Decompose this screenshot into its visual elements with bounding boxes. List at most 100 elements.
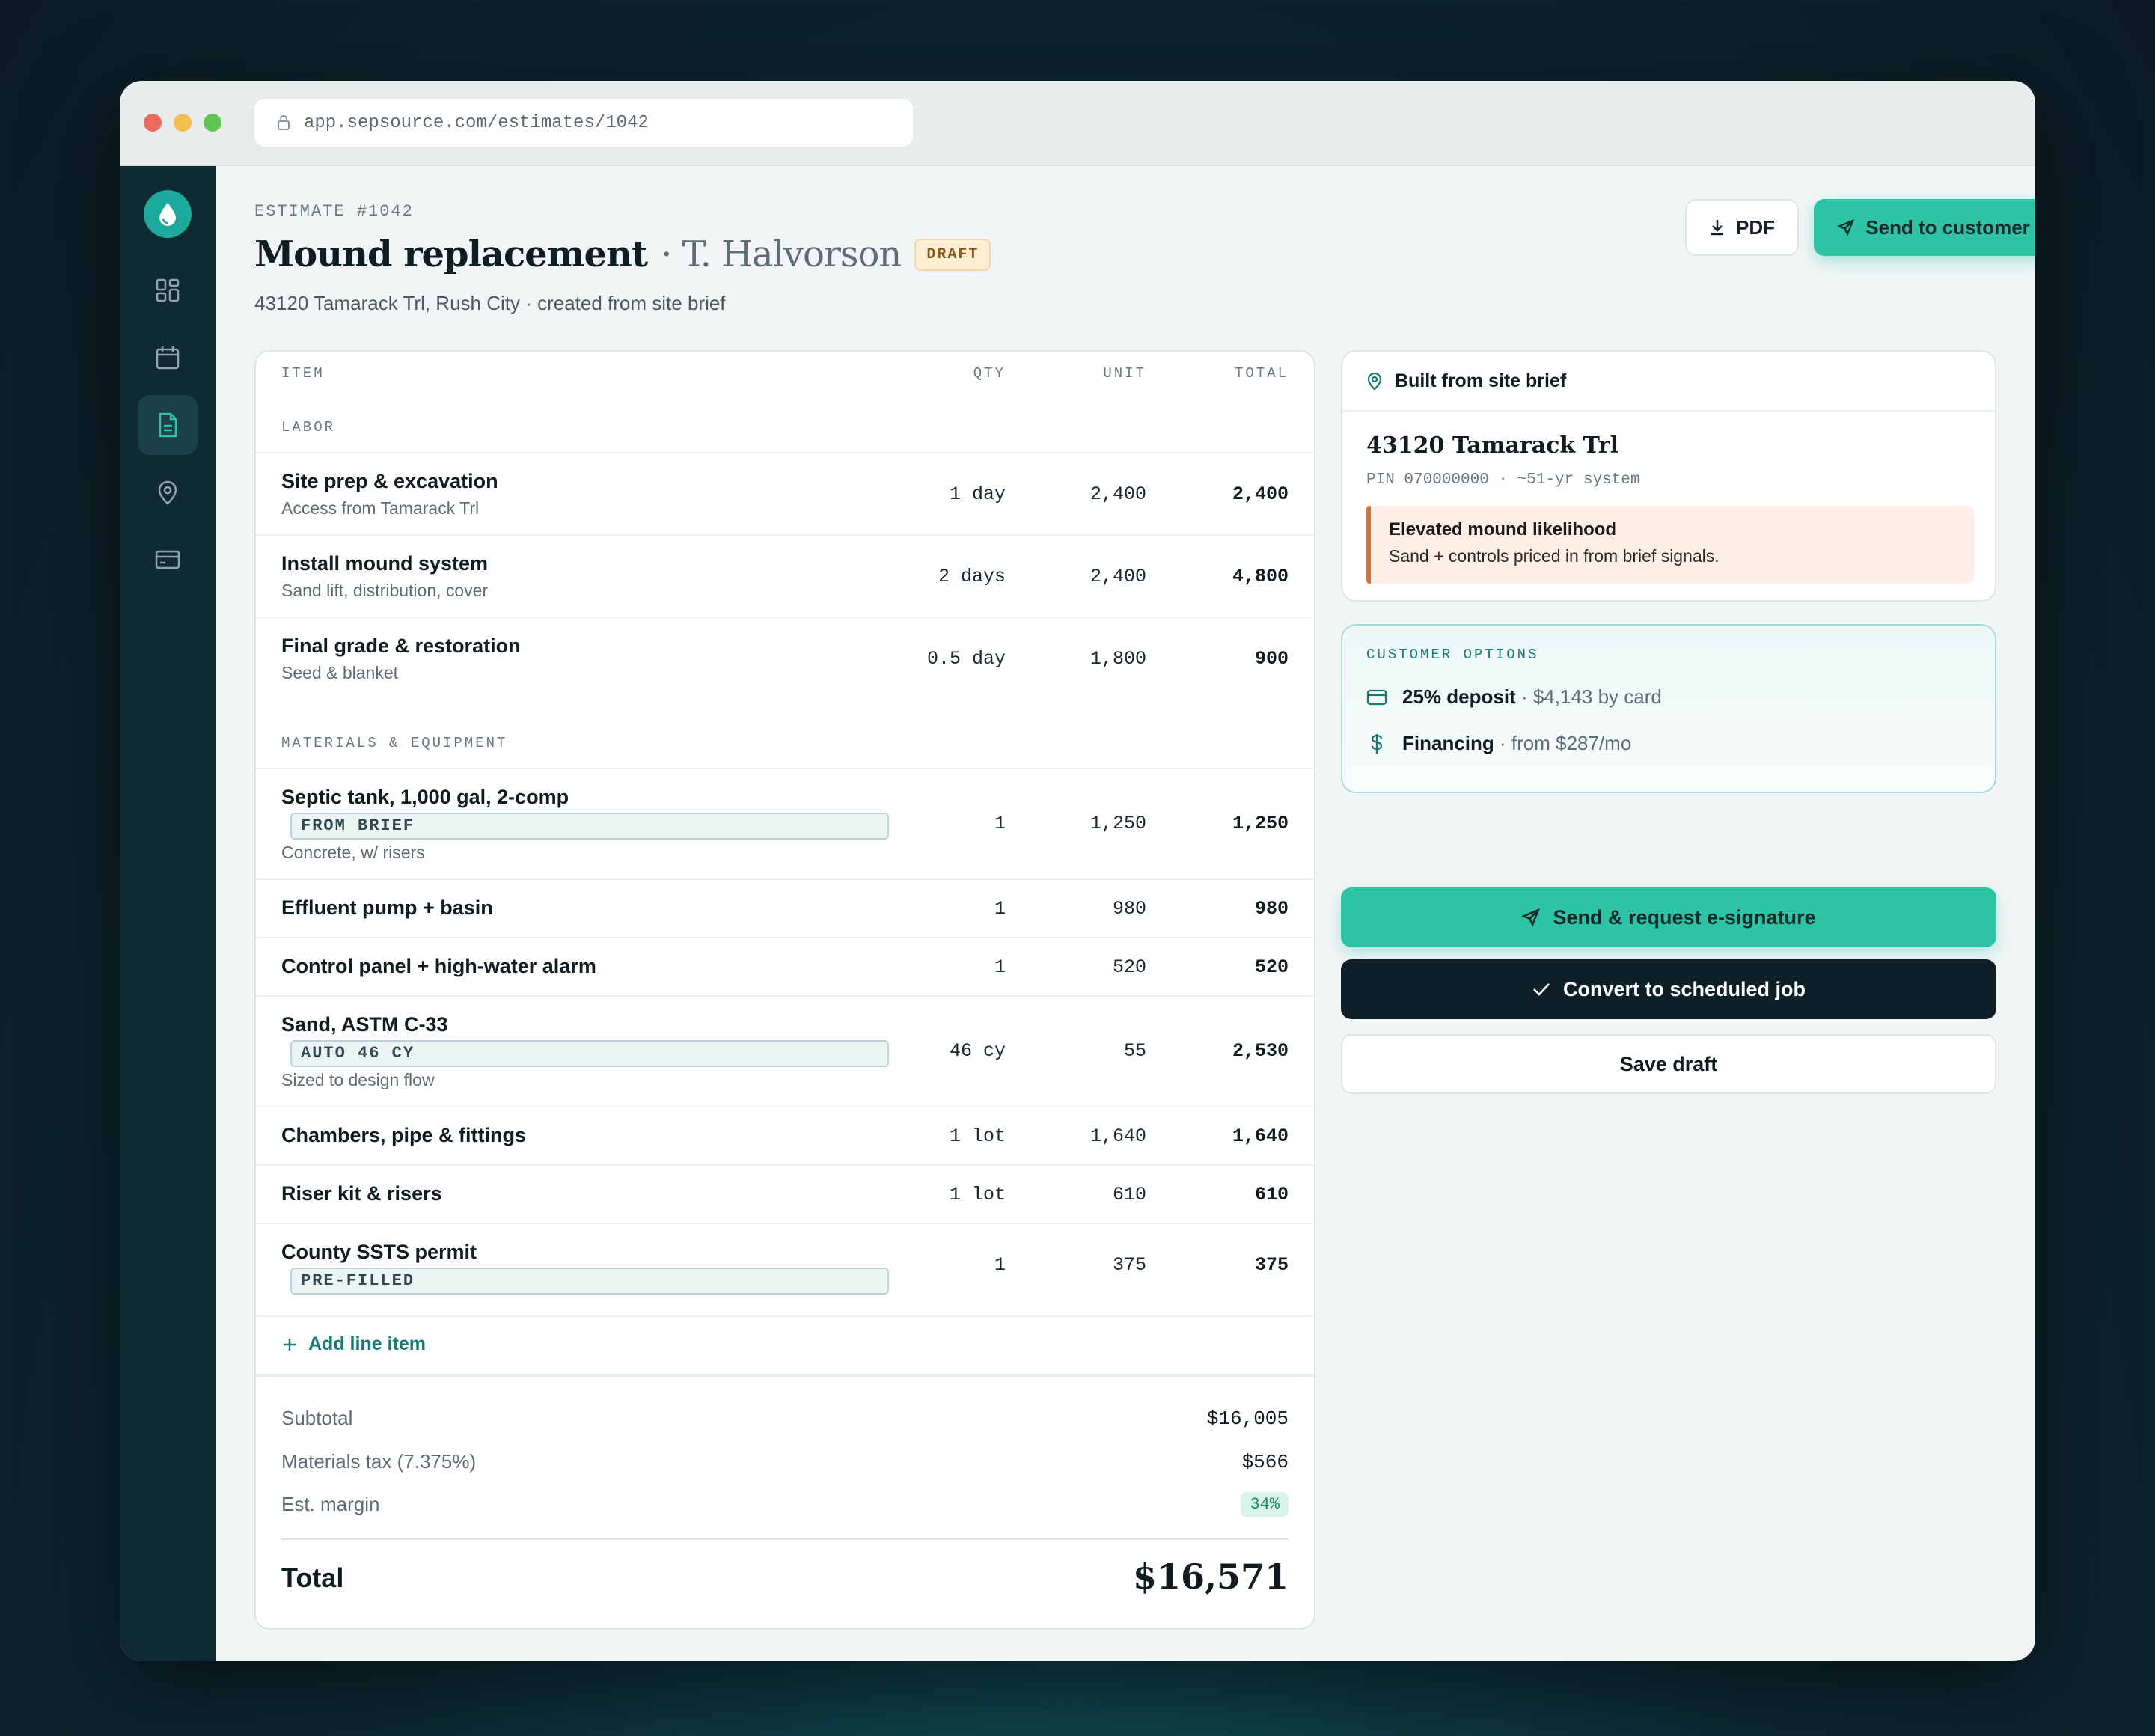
credit-card-icon — [1366, 688, 1387, 706]
app-logo-icon[interactable] — [144, 190, 192, 238]
item-total: 1,640 — [1232, 1125, 1289, 1147]
item-qty: 46 cy — [949, 1040, 1006, 1062]
subtotal-row: Subtotal $16,005 — [281, 1407, 1289, 1430]
map-pin-icon — [1366, 371, 1383, 391]
send-label: Send to customer — [1865, 216, 2030, 239]
table-row[interactable]: Site prep & excavation Access from Tamar… — [256, 452, 1314, 534]
url-text: app.sepsource.com/estimates/1042 — [304, 112, 649, 133]
table-row[interactable]: Chambers, pipe & fittings 1 lot 1,640 1,… — [256, 1106, 1314, 1164]
address-bar[interactable]: app.sepsource.com/estimates/1042 — [254, 99, 913, 147]
send-esignature-button[interactable]: Send & request e-signature — [1341, 887, 1996, 947]
site-brief-header: Built from site brief — [1342, 352, 1995, 412]
item-qty: 1 day — [949, 483, 1006, 505]
item-qty: 0.5 day — [926, 648, 1006, 670]
subtotal-label: Subtotal — [281, 1407, 353, 1429]
download-pdf-button[interactable]: PDF — [1685, 199, 1799, 256]
item-note: Sand lift, distribution, cover — [281, 581, 489, 600]
item-unit-price: 980 — [1112, 898, 1146, 920]
sidebar — [120, 166, 216, 1661]
item-unit-price: 1,640 — [1089, 1125, 1146, 1147]
pdf-label: PDF — [1736, 216, 1775, 239]
dollar-icon — [1366, 733, 1387, 755]
item-total: 980 — [1254, 898, 1289, 920]
grand-total-value: $16,571 — [1132, 1556, 1289, 1597]
item-name: Install mound system — [281, 552, 489, 575]
send-icon — [1521, 908, 1541, 927]
convert-to-job-button[interactable]: Convert to scheduled job — [1341, 959, 1996, 1019]
save-draft-label: Save draft — [1619, 1052, 1718, 1075]
estimate-number: ESTIMATE #1042 — [254, 202, 414, 221]
item-qty: 1 — [994, 898, 1006, 920]
financing-title: Financing — [1402, 732, 1494, 754]
customer-options-label: CUSTOMER OPTIONS — [1366, 647, 1539, 663]
site-address: 43120 Tamarack Trl — [1366, 433, 1618, 459]
alert-body: Sand + controls priced in from brief sig… — [1389, 546, 1720, 566]
table-row[interactable]: Sand, ASTM C-33 AUTO 46 CY Sized to desi… — [256, 995, 1314, 1106]
item-tag-from-brief: FROM BRIEF — [290, 813, 889, 840]
deposit-option[interactable]: 25% deposit · $4,143 by card — [1366, 685, 1662, 709]
nav-dashboard-icon[interactable] — [138, 260, 198, 320]
item-total: 520 — [1254, 956, 1289, 978]
item-name: Effluent pump + basin — [281, 896, 493, 919]
nav-billing-card-icon[interactable] — [138, 530, 198, 590]
section-label-materials: MATERIALS & EQUIPMENT — [281, 735, 508, 751]
item-tag-prefilled: PRE-FILLED — [290, 1268, 889, 1295]
item-name: Chambers, pipe & fittings — [281, 1124, 527, 1146]
item-tag-auto: AUTO 46 CY — [290, 1040, 889, 1067]
item-note: Sized to design flow — [281, 1070, 435, 1089]
convert-label: Convert to scheduled job — [1562, 977, 1806, 1000]
item-name: Control panel + high-water alarm — [281, 955, 596, 977]
item-qty: 1 lot — [949, 1184, 1006, 1205]
item-total: 2,400 — [1232, 483, 1289, 505]
section-label-labor: LABOR — [281, 419, 336, 435]
nav-estimates-icon[interactable] — [138, 395, 198, 455]
item-unit-price: 2,400 — [1089, 566, 1146, 587]
browser-titlebar: app.sepsource.com/estimates/1042 — [120, 81, 2035, 166]
table-row[interactable]: County SSTS permit PRE-FILLED 1 375 375 — [256, 1223, 1314, 1315]
item-total: 375 — [1254, 1254, 1289, 1276]
financing-option[interactable]: Financing · from $287/mo — [1366, 732, 1631, 755]
table-row[interactable]: Effluent pump + basin 1 980 980 — [256, 878, 1314, 937]
table-row[interactable]: Control panel + high-water alarm 1 520 5… — [256, 937, 1314, 995]
margin-row: Est. margin 34% — [281, 1492, 1289, 1517]
column-header-qty: QTY — [973, 365, 1006, 382]
item-name: Final grade & restoration — [281, 635, 521, 657]
item-total: 4,800 — [1232, 566, 1289, 587]
lock-icon — [277, 114, 290, 131]
maximize-window-button[interactable] — [204, 114, 221, 132]
nav-calendar-icon[interactable] — [138, 328, 198, 388]
item-unit-price: 2,400 — [1089, 483, 1146, 505]
item-qty: 1 — [994, 1254, 1006, 1276]
table-row[interactable]: Septic tank, 1,000 gal, 2-comp FROM BRIE… — [256, 768, 1314, 878]
esign-label: Send & request e-signature — [1553, 905, 1816, 929]
table-row[interactable]: Install mound system Sand lift, distribu… — [256, 534, 1314, 617]
send-to-customer-button[interactable]: Send to customer — [1814, 199, 2035, 256]
deposit-detail: · $4,143 by card — [1520, 685, 1662, 708]
item-name: Septic tank, 1,000 gal, 2-comp — [281, 786, 569, 808]
nav-map-pin-icon[interactable] — [138, 462, 198, 522]
save-draft-button[interactable]: Save draft — [1341, 1034, 1996, 1094]
minimize-window-button[interactable] — [174, 114, 192, 132]
site-brief-heading: Built from site brief — [1395, 370, 1567, 391]
column-header-total: TOTAL — [1234, 365, 1289, 382]
totals-divider — [256, 1374, 1314, 1377]
send-icon — [1837, 218, 1855, 236]
customer-options-card: CUSTOMER OPTIONS 25% deposit · $4,143 by… — [1341, 624, 1996, 793]
item-qty: 1 — [994, 813, 1006, 834]
item-unit-price: 55 — [1123, 1040, 1146, 1062]
close-window-button[interactable] — [144, 114, 162, 132]
add-line-item-label: Add line item — [308, 1333, 426, 1354]
item-name: Sand, ASTM C-33 — [281, 1013, 448, 1036]
tax-value: $566 — [1241, 1450, 1289, 1473]
table-row[interactable]: Riser kit & risers 1 lot 610 610 — [256, 1164, 1314, 1223]
item-qty: 2 days — [938, 566, 1006, 587]
item-unit-price: 520 — [1112, 956, 1146, 978]
table-divider — [256, 1315, 1314, 1317]
add-line-item-button[interactable]: Add line item — [281, 1333, 426, 1355]
alert-title: Elevated mound likelihood — [1389, 519, 1617, 540]
table-row[interactable]: Final grade & restoration Seed & blanket… — [256, 617, 1314, 699]
tax-row: Materials tax (7.375%) $566 — [281, 1450, 1289, 1473]
item-note: Concrete, w/ risers — [281, 843, 425, 862]
margin-badge: 34% — [1241, 1492, 1289, 1517]
parcel-pin: PIN 070000000 · ~51-yr system — [1366, 471, 1640, 489]
